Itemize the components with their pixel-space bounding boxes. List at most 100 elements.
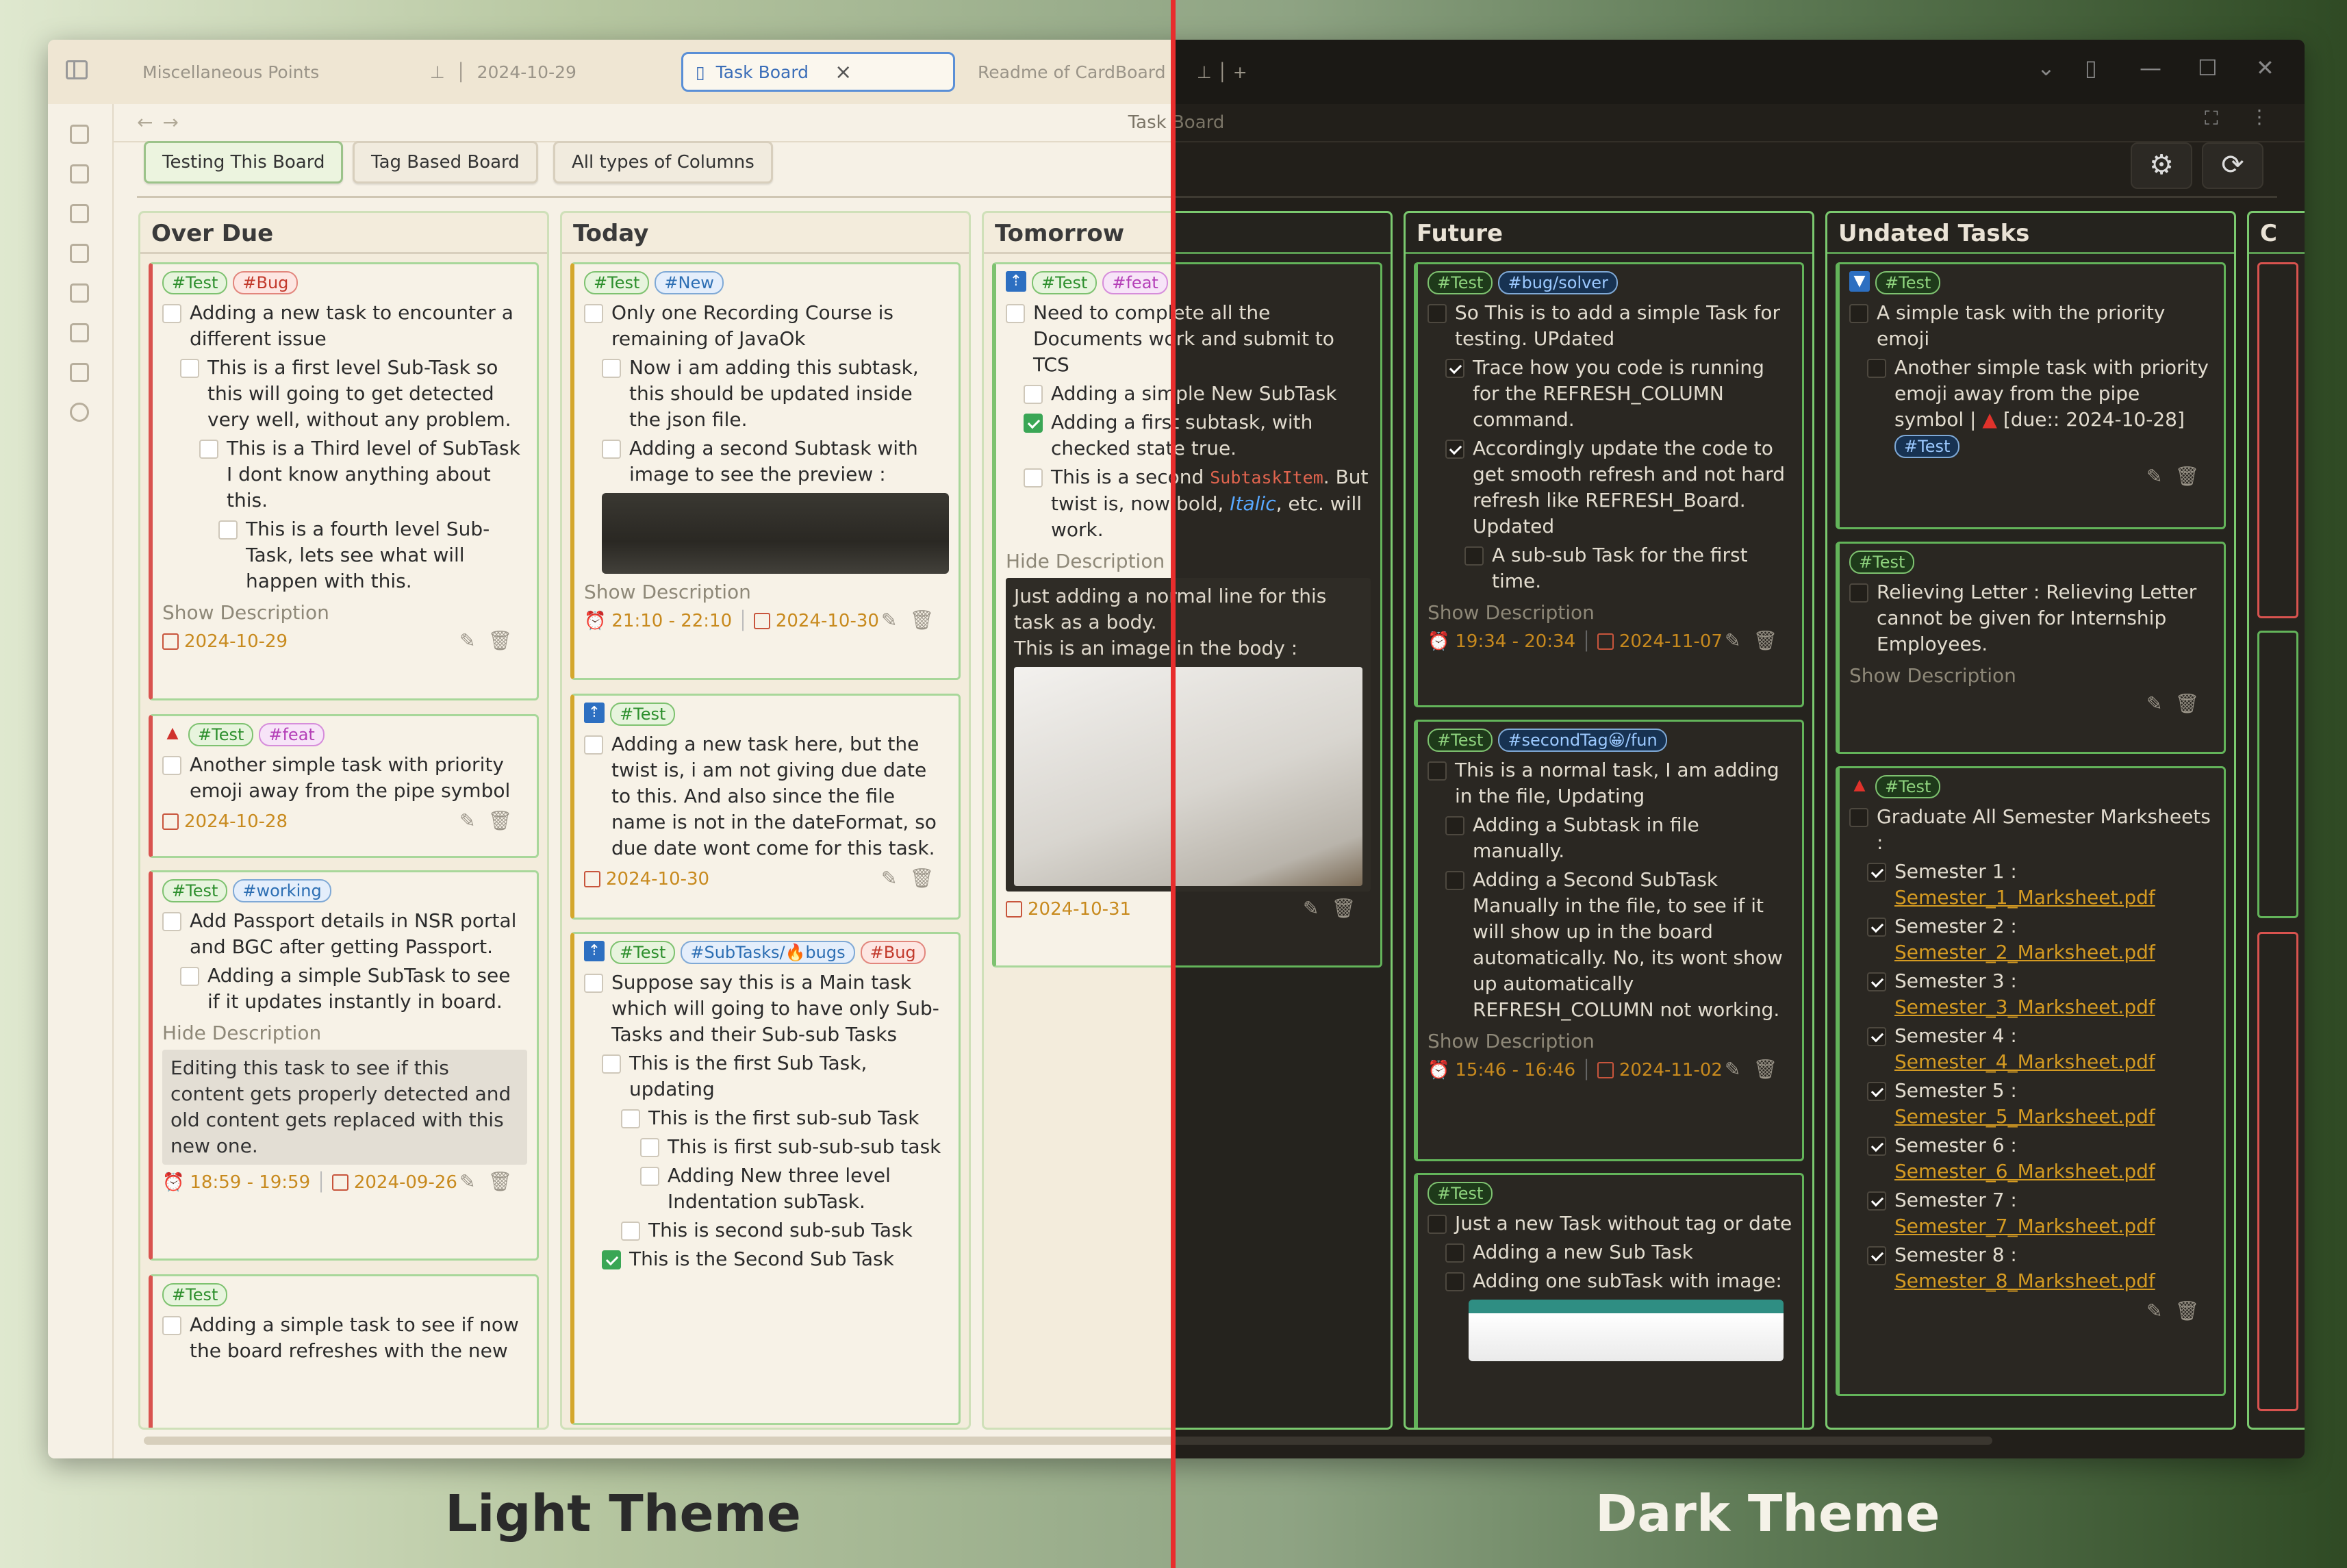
folder-icon[interactable] (70, 323, 89, 342)
tag-bug[interactable]: #Bug (860, 941, 926, 964)
delete-icon[interactable]: 🗑 (1753, 629, 1790, 652)
board-tab-all-types[interactable]: All types of Columns (553, 141, 773, 184)
tag-test[interactable]: #Test (1875, 271, 1941, 294)
tag-feat[interactable]: #feat (259, 723, 325, 746)
tag-test[interactable]: #Test (1428, 271, 1493, 294)
delete-icon[interactable]: 🗑 (1753, 1058, 1790, 1080)
subtask-checkbox[interactable] (199, 440, 218, 459)
split-view-icon[interactable]: ▯ (2085, 55, 2097, 81)
tag-test[interactable]: #Test (1428, 729, 1493, 752)
subtask-checkbox-checked[interactable] (1867, 972, 1886, 991)
grid-icon[interactable] (70, 164, 89, 184)
edit-icon[interactable]: ✎ (459, 809, 487, 832)
tag-new[interactable]: #New (655, 271, 724, 294)
tag-test[interactable]: #Test (162, 271, 228, 294)
edit-icon[interactable]: ✎ (459, 629, 487, 652)
marksheet-link[interactable]: Semester_4_Marksheet.pdf (1894, 1050, 2155, 1073)
plugin-icon[interactable] (70, 283, 89, 303)
show-description-toggle[interactable]: Show Description (584, 581, 949, 603)
show-description-toggle[interactable]: Show Description (1428, 601, 1792, 624)
tab-task-board[interactable]: ▯ Task Board × (681, 52, 955, 92)
subtask-checkbox-checked[interactable] (1867, 1082, 1886, 1101)
task-card[interactable]: ⇡ #Test Adding a new task here, but the t… (570, 694, 961, 920)
tag-test[interactable]: #Test (610, 941, 676, 964)
tag-test[interactable]: #Test (188, 723, 254, 746)
marksheet-link[interactable]: Semester_2_Marksheet.pdf (1894, 941, 2155, 963)
task-card[interactable]: #Test #Bug Adding a new task to encounter… (149, 262, 539, 700)
delete-icon[interactable]: 🗑 (2174, 1300, 2211, 1322)
subtask-checkbox[interactable] (1445, 1272, 1464, 1291)
edit-icon[interactable]: ✎ (2146, 1300, 2174, 1322)
board-tab-tag-based[interactable]: Tag Based Board (353, 141, 538, 184)
tools-icon[interactable] (70, 403, 89, 422)
tab-miscellaneous-points[interactable]: Miscellaneous Points (130, 52, 331, 92)
edit-icon[interactable]: ✎ (1303, 897, 1331, 920)
maximize-icon[interactable]: ☐ (2198, 55, 2218, 81)
task-checkbox[interactable] (1006, 304, 1025, 323)
task-checkbox[interactable] (1849, 583, 1868, 603)
show-description-toggle[interactable]: Show Description (1428, 1030, 1792, 1052)
task-checkbox[interactable] (584, 974, 603, 993)
more-options-icon[interactable]: ⋮ (2250, 105, 2269, 128)
task-card[interactable] (2257, 932, 2298, 1411)
subtask-checkbox[interactable] (218, 520, 238, 540)
subtask-checkbox[interactable] (1024, 385, 1043, 404)
subtask-checkbox-checked[interactable] (1024, 414, 1043, 433)
close-window-icon[interactable]: ✕ (2256, 55, 2274, 81)
subtask-checkbox-checked[interactable] (602, 1250, 621, 1269)
marksheet-link[interactable]: Semester_1_Marksheet.pdf (1894, 886, 2155, 909)
subtask-checkbox-checked[interactable] (1867, 918, 1886, 937)
subtask-checkbox-checked[interactable] (1867, 863, 1886, 882)
subtask-checkbox-checked[interactable] (1867, 1191, 1886, 1211)
delete-icon[interactable]: 🗑 (487, 629, 524, 652)
tag-subtasks-bugs[interactable]: #SubTasks/🔥bugs (681, 941, 855, 964)
task-checkbox[interactable] (162, 756, 181, 775)
close-tab-icon[interactable]: × (835, 60, 852, 84)
task-card[interactable] (2257, 262, 2298, 618)
minimize-icon[interactable]: — (2140, 55, 2161, 81)
tag-test[interactable]: #Test (1849, 551, 1915, 574)
delete-icon[interactable]: 🗑 (487, 809, 524, 832)
tab-readme[interactable]: Readme of CardBoard (965, 52, 1178, 92)
subtask-checkbox-checked[interactable] (1867, 1027, 1886, 1046)
marksheet-link[interactable]: Semester_7_Marksheet.pdf (1894, 1215, 2155, 1237)
new-tab-button[interactable]: + (1233, 62, 1247, 82)
task-checkbox[interactable] (584, 304, 603, 323)
show-description-toggle[interactable]: Show Description (162, 601, 527, 624)
delete-icon[interactable]: 🗑 (1331, 897, 1368, 920)
subtask-checkbox[interactable] (180, 359, 199, 378)
settings-button[interactable]: ⚙ (2131, 142, 2192, 189)
board-tab-testing[interactable]: Testing This Board (144, 141, 344, 184)
task-card[interactable]: #Test Just a new Task without tag or dat… (1414, 1173, 1804, 1428)
task-card[interactable]: #Test Adding a simple task to see if now… (149, 1274, 539, 1428)
task-checkbox[interactable] (1849, 808, 1868, 827)
subtask-checkbox[interactable] (621, 1109, 640, 1128)
subtask-checkbox[interactable] (602, 440, 621, 459)
edit-icon[interactable]: ✎ (881, 867, 909, 889)
marksheet-link[interactable]: Semester_5_Marksheet.pdf (1894, 1105, 2155, 1128)
task-checkbox[interactable] (162, 1316, 181, 1335)
task-checkbox[interactable] (584, 735, 603, 755)
tag-bug[interactable]: #Bug (233, 271, 299, 294)
delete-icon[interactable]: 🗑 (909, 609, 946, 631)
task-card[interactable]: #Test #bug/solver So This is to add a sim… (1414, 262, 1804, 707)
refresh-button[interactable]: ⟳ (2202, 142, 2263, 189)
subtask-checkbox-checked[interactable] (1867, 1137, 1886, 1156)
delete-icon[interactable]: 🗑 (2174, 465, 2211, 488)
edit-icon[interactable]: ✎ (881, 609, 909, 631)
tag-test[interactable]: #Test (162, 879, 228, 902)
subtask-checkbox[interactable] (602, 359, 621, 378)
task-checkbox[interactable] (1428, 761, 1447, 781)
document-icon[interactable] (70, 363, 89, 382)
marksheet-link[interactable]: Semester_6_Marksheet.pdf (1894, 1160, 2155, 1183)
task-card[interactable]: ▼ #Test A simple task with the priority e… (1836, 262, 2226, 529)
subtask-checkbox[interactable] (180, 967, 199, 986)
tag-test[interactable]: #Test (1894, 435, 1960, 458)
edit-icon[interactable]: ✎ (2146, 465, 2174, 488)
hide-description-toggle[interactable]: Hide Description (162, 1022, 527, 1044)
tab-list-icon[interactable]: ⌄ (2037, 55, 2055, 81)
calendar-icon[interactable] (70, 204, 89, 223)
tag-test[interactable]: #Test (162, 1283, 228, 1306)
show-description-toggle[interactable]: Show Description (1849, 664, 2214, 687)
delete-icon[interactable]: 🗑 (487, 1170, 524, 1193)
